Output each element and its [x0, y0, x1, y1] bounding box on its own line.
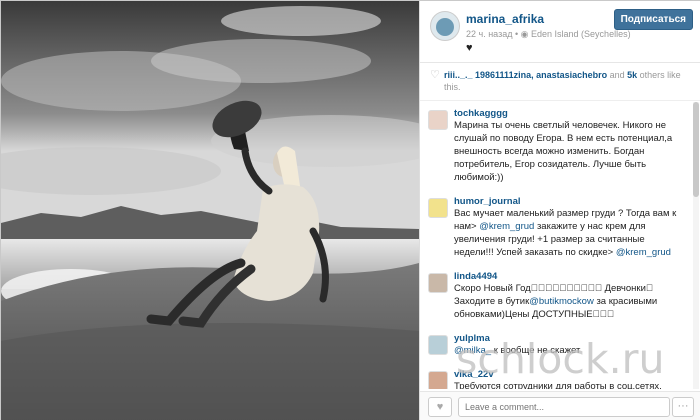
beach-photo-illustration: [1, 1, 419, 420]
comment-avatar[interactable]: [428, 110, 448, 130]
heart-icon: ♡: [430, 69, 440, 81]
post-time[interactable]: 22 ч. назад: [466, 29, 512, 39]
comment-input[interactable]: [458, 397, 670, 417]
likes-count[interactable]: 5k: [627, 70, 637, 80]
instagram-post-view: marina_afrika 22 ч. назад • ◉ Eden Islan…: [0, 0, 700, 420]
avatar[interactable]: [430, 11, 460, 41]
comment-item: vika_22v Требуются сотрудники для работы …: [420, 363, 690, 389]
comment-item: humor_journal Вас мучает маленький размер…: [420, 190, 690, 265]
location-icon: ◉: [520, 29, 529, 39]
post-photo[interactable]: [1, 1, 419, 420]
comment-username[interactable]: yulplma: [454, 333, 686, 344]
comment-username[interactable]: linda4494: [454, 271, 686, 282]
post-username[interactable]: marina_afrika: [466, 12, 544, 26]
comment-avatar[interactable]: [428, 371, 448, 389]
comment-text: Марина ты очень светлый человечек. Никог…: [454, 120, 673, 183]
post-location[interactable]: Eden Island (Seychelles): [531, 29, 631, 39]
comment-avatar[interactable]: [428, 198, 448, 218]
comment-item: linda4494 Скоро Новый Год󾓜󾓜󾓜󾓜󾓜󾓜󾓜󾓜󾓜󾓜 Девчо…: [420, 265, 690, 327]
comment-avatar[interactable]: [428, 335, 448, 355]
comment-avatar[interactable]: [428, 273, 448, 293]
comment-mention[interactable]: @krem_grud: [616, 247, 671, 258]
comment-mention[interactable]: @krem_grud: [479, 221, 534, 232]
comment-mention[interactable]: @milka_: [454, 345, 491, 356]
likers-names[interactable]: riii.._._ 19861111zina, anastasiachebro: [444, 70, 607, 80]
comment-username[interactable]: vika_22v: [454, 369, 686, 380]
post-side-panel: marina_afrika 22 ч. назад • ◉ Eden Islan…: [419, 1, 700, 420]
more-icon: ···: [677, 400, 689, 412]
heart-icon: ♥: [436, 401, 444, 413]
comment-text: Вас мучает маленький размер груди ? Тогд…: [454, 207, 686, 259]
comment-text-part: к вообще не скажет: [491, 345, 581, 356]
comment-username[interactable]: humor_journal: [454, 196, 686, 207]
post-meta: 22 ч. назад • ◉ Eden Island (Seychelles): [466, 29, 631, 39]
comment-text: Требуются сотрудники для работы в соц.се…: [454, 381, 662, 389]
comment-username[interactable]: tochkagggg: [454, 108, 686, 119]
comment-text: @milka_ к вообще не скажет: [454, 344, 686, 357]
like-button[interactable]: ♥: [428, 397, 452, 417]
comments-scrollbar[interactable]: [693, 102, 699, 389]
follow-button[interactable]: Подписаться: [613, 9, 693, 30]
comment-mention[interactable]: @butikmockow: [529, 296, 594, 307]
comment-item: yulplma @milka_ к вообще не скажет: [420, 327, 690, 363]
comment-bar: ♥ ···: [420, 391, 700, 420]
post-header: marina_afrika 22 ч. назад • ◉ Eden Islan…: [420, 1, 700, 63]
comments-list: tochkagggg Марина ты очень светлый челове…: [420, 102, 690, 389]
comment-text: Скоро Новый Год󾓜󾓜󾓜󾓜󾓜󾓜󾓜󾓜󾓜󾓜 Девчонки󾓜 Захо…: [454, 282, 686, 321]
more-options-button[interactable]: ···: [672, 397, 694, 417]
comment-item: tochkagggg Марина ты очень светлый челове…: [420, 102, 690, 190]
scrollbar-thumb[interactable]: [693, 102, 699, 197]
heart-icon: ♥: [466, 42, 473, 54]
likes-summary: ♡ riii.._._ 19861111zina, anastasiachebr…: [420, 63, 700, 101]
